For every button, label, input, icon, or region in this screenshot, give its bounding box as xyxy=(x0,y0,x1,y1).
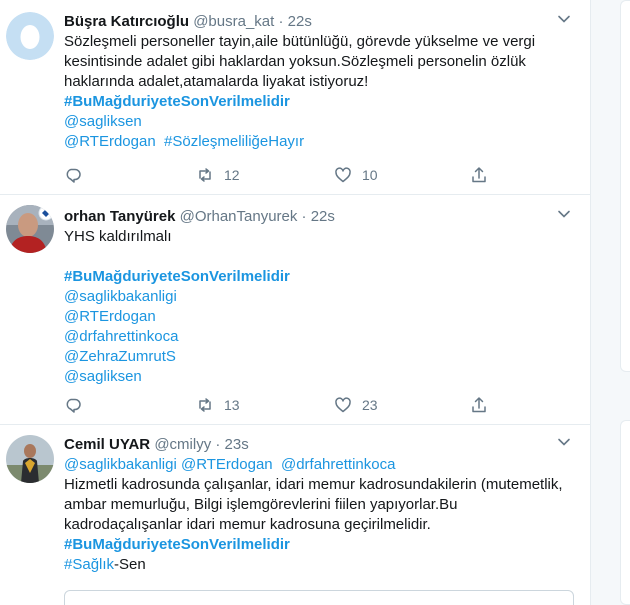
tweet-text-line: YHS kaldırılmalı xyxy=(64,228,172,245)
tweet-header: Büşra Katırcıoğlu @busra_kat · 22s xyxy=(64,12,571,32)
retweet-button[interactable]: 12 xyxy=(196,165,240,185)
retweet-icon xyxy=(199,168,211,182)
heart-icon xyxy=(335,397,351,413)
share-button[interactable] xyxy=(470,395,488,415)
hashtag-link[interactable]: #Sağlık xyxy=(64,556,114,573)
default-egg-avatar-icon xyxy=(6,12,54,60)
chevron-down-icon[interactable] xyxy=(557,435,571,449)
retweet-count: 12 xyxy=(224,167,240,183)
reply-icon xyxy=(66,168,81,183)
user-handle[interactable]: @cmilyy xyxy=(154,436,211,453)
hashtag-link[interactable]: #BuMağduriyeteSonVerilmelidir xyxy=(64,536,290,553)
avatar[interactable] xyxy=(6,12,54,60)
user-handle[interactable]: @OrhanTanyurek xyxy=(180,208,298,225)
reply-button[interactable] xyxy=(64,395,82,415)
user-handle[interactable]: @busra_kat xyxy=(193,13,274,30)
reply-icon xyxy=(66,398,81,413)
retweet-count: 13 xyxy=(224,397,240,413)
avatar[interactable] xyxy=(6,435,54,483)
like-count: 10 xyxy=(362,167,378,183)
tweet-timestamp[interactable]: 22s xyxy=(311,208,335,225)
retweet-button[interactable]: 13 xyxy=(196,395,240,415)
tweet-text: Sözleşmeli personeller tayin,aile bütünl… xyxy=(64,32,571,152)
chevron-down-icon[interactable] xyxy=(557,207,571,221)
tweet-text: YHS kaldırılmalı #BuMağduriyeteSonVerilm… xyxy=(64,227,571,387)
sidebar-card-edge xyxy=(620,420,630,605)
tweet-text-line: haklarında adalet,atamalarda liyakat ist… xyxy=(64,73,369,90)
tweet-text: @saglikbakanligi @RTErdogan @drfahrettin… xyxy=(64,455,571,575)
tweet-text-line: kadrodaçalışanlar idari memur kadrosuna … xyxy=(64,516,431,533)
tweet[interactable]: orhan Tanyürek @OrhanTanyurek · 22s YHS … xyxy=(0,195,591,425)
like-button[interactable]: 10 xyxy=(334,165,378,185)
user-fullname[interactable]: orhan Tanyürek xyxy=(64,208,175,225)
hashtag-link[interactable]: #SözleşmeliliğeHayır xyxy=(164,133,304,150)
share-icon xyxy=(472,397,486,413)
mention-link[interactable]: @drfahrettinkoca xyxy=(281,456,395,473)
hashtag-link[interactable]: #BuMağduriyeteSonVerilmelidir xyxy=(64,268,290,285)
mention-link[interactable]: @RTErdogan xyxy=(64,308,156,325)
user-photo-avatar-icon xyxy=(6,205,54,253)
tweet-text-line: Hizmetli kadrosunda çalışanlar, idari me… xyxy=(64,476,563,493)
user-fullname[interactable]: Cemil UYAR xyxy=(64,436,150,453)
like-count: 23 xyxy=(362,397,378,413)
hashtag-suffix-text: -Sen xyxy=(114,556,146,573)
tweet-actions: 12 10 xyxy=(64,165,494,185)
mention-link[interactable]: @saglikbakanligi xyxy=(64,288,177,305)
avatar[interactable] xyxy=(6,205,54,253)
mention-link[interactable]: @drfahrettinkoca xyxy=(64,328,178,345)
user-photo-avatar-icon xyxy=(6,435,54,483)
mention-link[interactable]: @sagliksen xyxy=(64,113,142,130)
like-button[interactable]: 23 xyxy=(334,395,378,415)
reply-button[interactable] xyxy=(64,165,82,185)
share-button[interactable] xyxy=(470,165,488,185)
retweet-icon xyxy=(199,398,211,412)
mention-link[interactable]: @RTErdogan xyxy=(181,456,273,473)
timeline: Büşra Katırcıoğlu @busra_kat · 22s Sözle… xyxy=(0,0,591,605)
hashtag-link[interactable]: #BuMağduriyeteSonVerilmelidir xyxy=(64,93,290,110)
tweet-timestamp[interactable]: 23s xyxy=(225,436,249,453)
tweet-header: orhan Tanyürek @OrhanTanyurek · 22s xyxy=(64,207,571,227)
tweet[interactable]: Büşra Katırcıoğlu @busra_kat · 22s Sözle… xyxy=(0,0,591,195)
tweet[interactable]: Cemil UYAR @cmilyy · 23s @saglikbakanlig… xyxy=(0,425,591,605)
mention-link[interactable]: @RTErdogan xyxy=(64,133,156,150)
user-fullname[interactable]: Büşra Katırcıoğlu xyxy=(64,13,189,30)
separator-dot: · xyxy=(301,208,307,225)
tweet-actions: 13 23 xyxy=(64,395,494,415)
sidebar-card-edge xyxy=(620,0,630,372)
separator-dot: · xyxy=(278,13,284,30)
tweet-text-line: Sözleşmeli personeller tayin,aile bütünl… xyxy=(64,33,536,50)
chevron-down-icon[interactable] xyxy=(557,12,571,26)
tweet-text-line: ambar memurluğu, Bilgi işlemgörevlerini … xyxy=(64,496,458,513)
tweet-header: Cemil UYAR @cmilyy · 23s xyxy=(64,435,571,455)
tweet-text-line: kesintisinde adalet gibi haklardan yoksu… xyxy=(64,53,526,70)
reply-compose-box[interactable] xyxy=(64,590,574,605)
separator-dot: · xyxy=(215,436,221,453)
mention-link[interactable]: @ZehraZumrutS xyxy=(64,348,176,365)
heart-icon xyxy=(335,167,351,183)
mention-link[interactable]: @saglikbakanligi xyxy=(64,456,177,473)
share-icon xyxy=(472,167,486,183)
mention-link[interactable]: @sagliksen xyxy=(64,368,142,385)
tweet-timestamp[interactable]: 22s xyxy=(288,13,312,30)
